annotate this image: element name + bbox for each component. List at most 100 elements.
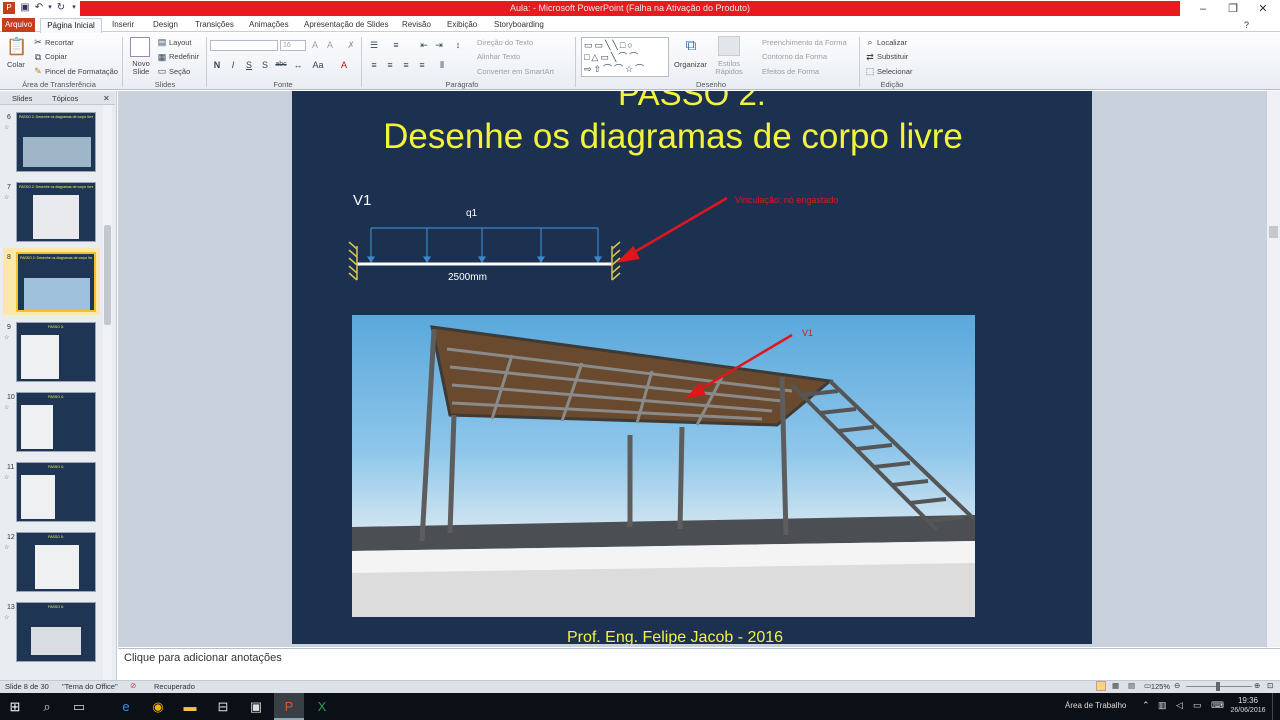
quick-styles-icon[interactable]	[718, 36, 740, 56]
thumbnail-slide-8[interactable]: PASSO 2: Desenhe os diagramas de corpo l…	[16, 252, 96, 312]
font-size-field[interactable]: 16	[280, 40, 306, 51]
align-text-button[interactable]: Alinhar Texto	[477, 52, 520, 61]
volume-icon[interactable]: ◁	[1176, 700, 1183, 711]
section-button[interactable]: Seção	[169, 67, 190, 76]
shape-outline-button[interactable]: Contorno da Forma	[762, 52, 827, 61]
replace-button[interactable]: Substituir	[877, 52, 908, 61]
maximize-button[interactable]: ❐	[1218, 0, 1248, 18]
increase-indent-icon[interactable]: ⇥	[433, 40, 445, 50]
columns-icon[interactable]: ⫴	[436, 60, 448, 70]
tab-slides[interactable]: Slides	[12, 93, 32, 104]
arrange-button[interactable]: Organizar	[674, 60, 707, 69]
chrome-icon[interactable]: ◉	[143, 693, 173, 720]
zoom-out-icon[interactable]: ⊖	[1174, 681, 1180, 690]
edge-icon[interactable]: e	[111, 693, 141, 720]
zoom-slider-thumb[interactable]	[1216, 682, 1220, 691]
char-spacing-icon[interactable]: ↔	[292, 60, 304, 70]
quick-styles-button[interactable]: Estilos Rápidos	[712, 60, 746, 76]
task-view-icon[interactable]: ▭	[64, 693, 94, 720]
justify-icon[interactable]: ≡	[416, 60, 428, 70]
paste-button[interactable]: Colar	[7, 60, 25, 69]
normal-view-icon[interactable]	[1096, 681, 1106, 691]
help-icon[interactable]: ?	[1244, 18, 1249, 32]
reset-button[interactable]: Redefinir	[169, 52, 199, 61]
terminal-icon[interactable]: ▣	[241, 693, 271, 720]
font-color-icon[interactable]: A	[338, 60, 350, 70]
file-explorer-icon[interactable]: ▬	[175, 693, 205, 720]
language-icon[interactable]: ▭	[1193, 700, 1202, 711]
bullets-icon[interactable]: ☰	[368, 40, 380, 50]
slide-vertical-scrollbar[interactable]	[1266, 91, 1280, 647]
numbering-icon[interactable]: ≡	[390, 40, 402, 50]
smartart-button[interactable]: Converter em SmartArt	[477, 67, 554, 76]
notes-placeholder[interactable]: Clique para adicionar anotações	[124, 652, 282, 664]
strikethrough-button[interactable]: abc	[274, 60, 288, 70]
thumbnail-slide-10[interactable]: PASSO 4:	[16, 392, 96, 452]
close-panel-icon[interactable]: ✕	[103, 93, 110, 104]
align-right-icon[interactable]: ≡	[400, 60, 412, 70]
tab-insert[interactable]: Inserir	[112, 18, 134, 32]
align-left-icon[interactable]: ≡	[368, 60, 380, 70]
notification-chevron-icon[interactable]: ⌃	[1142, 700, 1150, 711]
thumbnail-slide-7[interactable]: PASSO 2: Desenhe os diagramas de corpo l…	[16, 182, 96, 242]
bold-button[interactable]: N	[212, 60, 222, 70]
thumbnail-slide-12[interactable]: PASSO 5:	[16, 532, 96, 592]
search-icon[interactable]: ⌕	[32, 693, 62, 720]
thumbnail-slide-9[interactable]: PASSO 3:	[16, 322, 96, 382]
zoom-in-icon[interactable]: ⊕	[1254, 681, 1260, 690]
underline-button[interactable]: S	[244, 60, 254, 70]
change-case-icon[interactable]: Aa	[312, 60, 324, 70]
start-icon[interactable]: ⊞	[0, 693, 30, 720]
tab-slideshow[interactable]: Apresentação de Slides	[304, 18, 389, 32]
shrink-font-icon[interactable]: A	[324, 40, 336, 50]
zoom-level[interactable]: 125%	[1150, 682, 1170, 691]
tab-review[interactable]: Revisão	[402, 18, 431, 32]
thumbnail-slide-13[interactable]: PASSO 6:	[16, 602, 96, 662]
close-button[interactable]: ✕	[1248, 0, 1278, 18]
minimize-button[interactable]: –	[1188, 0, 1218, 18]
find-button[interactable]: Localizar	[877, 38, 907, 47]
shadow-icon[interactable]: S	[260, 60, 270, 70]
slide-sorter-icon[interactable]: ▦	[1112, 681, 1119, 690]
scrollbar-thumb[interactable]	[104, 225, 111, 325]
format-painter-button[interactable]: Pincel de Formatação	[45, 67, 118, 76]
desktop-toolbar-label[interactable]: Área de Trabalho	[1065, 701, 1126, 710]
tab-animations[interactable]: Animações	[249, 18, 289, 32]
slide-canvas[interactable]: PASSO 2: Desenhe os diagramas de corpo l…	[292, 91, 1092, 644]
italic-button[interactable]: I	[228, 60, 238, 70]
redo-icon[interactable]: ↻	[55, 2, 67, 14]
notes-pane[interactable]: Clique para adicionar anotações	[118, 648, 1280, 678]
layout-button[interactable]: Layout	[169, 38, 192, 47]
arrange-icon[interactable]: ⧉	[680, 36, 702, 56]
tab-design[interactable]: Design	[153, 18, 178, 32]
thumbnail-slide-6[interactable]: PASSO 2: Desenhe os diagramas de corpo l…	[16, 112, 96, 172]
network-icon[interactable]: ▥	[1158, 700, 1167, 711]
powerpoint-taskbar-icon[interactable]: P	[274, 693, 304, 720]
font-name-field[interactable]	[210, 40, 278, 51]
tab-home[interactable]: Página Inicial	[40, 18, 102, 33]
shape-fill-button[interactable]: Preenchimento da Forma	[762, 38, 847, 47]
scrollbar-thumb[interactable]	[1269, 226, 1278, 238]
tab-transitions[interactable]: Transições	[195, 18, 234, 32]
align-center-icon[interactable]: ≡	[384, 60, 396, 70]
clear-format-icon[interactable]: ✗	[345, 40, 357, 50]
decrease-indent-icon[interactable]: ⇤	[418, 40, 430, 50]
tab-storyboarding[interactable]: Storyboarding	[494, 18, 544, 32]
select-button[interactable]: Selecionar	[877, 67, 912, 76]
save-icon[interactable]: ▣	[19, 2, 31, 14]
keyboard-icon[interactable]: ⌨	[1211, 700, 1224, 711]
clock-time[interactable]: 19:36	[1230, 696, 1266, 705]
text-direction-button[interactable]: Direção do Texto	[477, 38, 533, 47]
thumbnail-slide-11[interactable]: PASSO 4:	[16, 462, 96, 522]
reading-view-icon[interactable]: ▤	[1128, 681, 1135, 690]
tab-view[interactable]: Exibição	[447, 18, 477, 32]
store-icon[interactable]: ⊟	[208, 693, 238, 720]
new-slide-button[interactable]: Novo Slide	[129, 60, 153, 76]
fit-slide-icon[interactable]: ⊡	[1267, 681, 1273, 690]
clock-date[interactable]: 26/06/2016	[1227, 707, 1269, 714]
theme-name[interactable]: "Tema do Office"	[62, 682, 118, 691]
excel-taskbar-icon[interactable]: X	[307, 693, 337, 720]
new-slide-icon[interactable]	[130, 37, 150, 57]
line-spacing-icon[interactable]: ↕	[452, 40, 464, 50]
show-desktop-button[interactable]	[1272, 693, 1280, 720]
